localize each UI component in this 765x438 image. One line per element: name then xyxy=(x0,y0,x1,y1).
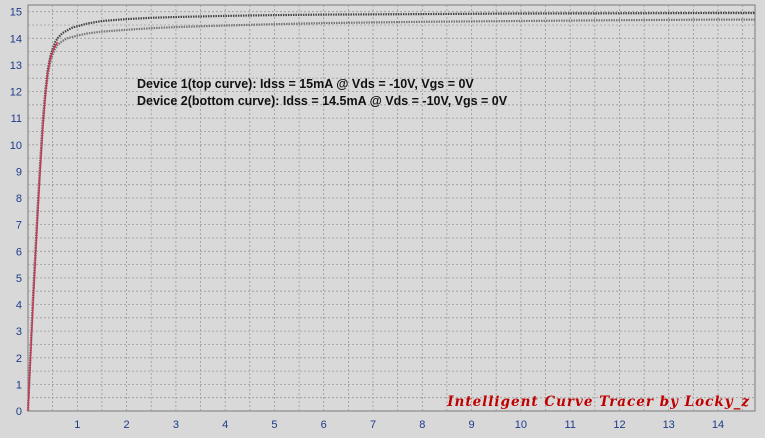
y-tick-label: 8 xyxy=(16,193,22,205)
y-tick-label: 13 xyxy=(10,60,22,72)
y-tick-label: 7 xyxy=(16,220,22,232)
x-tick-label: 8 xyxy=(419,419,425,431)
x-tick-label: 13 xyxy=(663,419,675,431)
x-tick-label: 12 xyxy=(613,419,625,431)
y-tick-label: 14 xyxy=(10,33,22,45)
x-tick-label: 14 xyxy=(712,419,724,431)
y-tick-label: 12 xyxy=(10,87,22,99)
annotation-device-1: Device 1(top curve): Idss = 15mA @ Vds =… xyxy=(137,77,474,91)
annotation-device-2: Device 2(bottom curve): Idss = 14.5mA @ … xyxy=(137,94,508,108)
y-tick-label: 2 xyxy=(16,353,22,365)
watermark-text: Intelligent Curve Tracer by Locky_z xyxy=(446,394,750,410)
x-axis-ticks: 1 2 3 4 5 6 7 8 9 10 11 12 13 14 xyxy=(74,419,724,431)
x-tick-label: 10 xyxy=(515,419,527,431)
x-tick-label: 1 xyxy=(74,419,80,431)
y-tick-label: 10 xyxy=(10,140,22,152)
iv-curve-chart: 0123456789101112131415 1 2 3 4 5 6 7 8 9 10 11 12 13… xyxy=(10,4,756,431)
y-tick-label: 15 xyxy=(10,7,22,19)
y-tick-label: 0 xyxy=(16,406,22,418)
x-tick-label: 11 xyxy=(564,419,575,431)
x-tick-label: 2 xyxy=(124,419,130,431)
y-tick-label: 9 xyxy=(16,166,22,178)
x-tick-label: 3 xyxy=(173,419,179,431)
x-tick-label: 4 xyxy=(222,419,228,431)
y-axis-ticks: 0123456789101112131415 xyxy=(10,7,22,418)
x-tick-label: 5 xyxy=(271,419,277,431)
y-tick-label: 11 xyxy=(11,113,22,125)
x-tick-label: 9 xyxy=(469,419,475,431)
y-tick-label: 3 xyxy=(16,326,22,338)
y-tick-label: 6 xyxy=(16,246,22,258)
x-tick-label: 6 xyxy=(321,419,327,431)
x-tick-label: 7 xyxy=(370,419,376,431)
y-tick-label: 4 xyxy=(16,300,22,312)
y-tick-label: 5 xyxy=(16,273,22,285)
plot-area xyxy=(27,4,756,412)
y-tick-label: 1 xyxy=(16,379,22,391)
